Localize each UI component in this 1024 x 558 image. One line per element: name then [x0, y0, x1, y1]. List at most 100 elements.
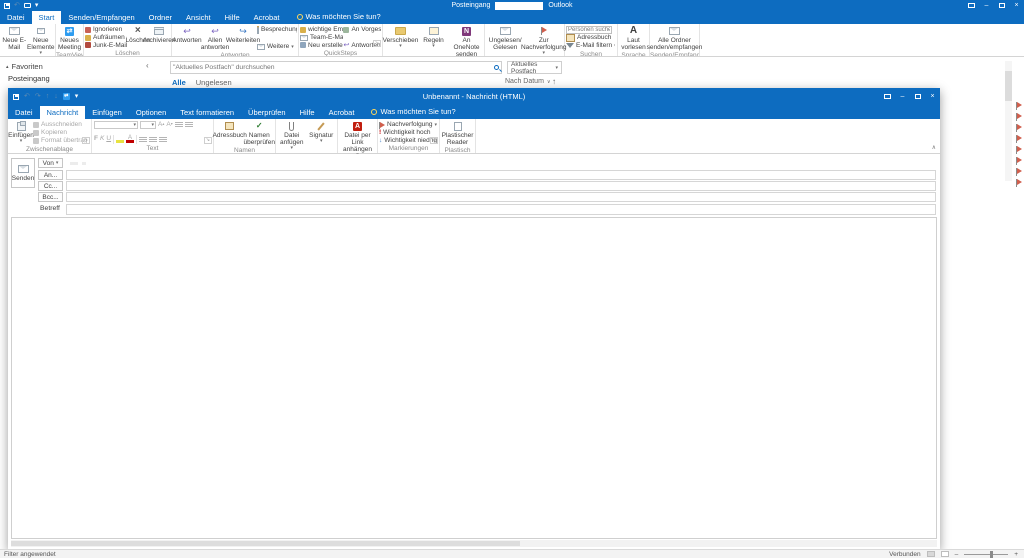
tell-me-box[interactable]: Was möchten Sie tun?	[371, 107, 455, 119]
tab-ordner[interactable]: Ordner	[142, 11, 179, 24]
tell-me-box[interactable]: Was möchten Sie tun?	[297, 12, 381, 24]
allen-antworten-button[interactable]: ↩ Allen antworten	[201, 25, 229, 52]
align-left-button[interactable]	[139, 137, 147, 143]
plastischer-reader-button[interactable]: Plastischer Reader	[441, 120, 474, 147]
zoom-out-button[interactable]: –	[955, 551, 959, 558]
flag-icon[interactable]	[1016, 179, 1022, 187]
text-highlight-button[interactable]	[116, 136, 124, 143]
adressbuch-button[interactable]: Adressbuch	[215, 120, 245, 147]
tab-text-formatieren[interactable]: Text formatieren	[173, 106, 241, 119]
verschieben-button[interactable]: Verschieben ▾	[384, 25, 417, 59]
mailbox-search-box[interactable]	[170, 61, 502, 74]
maximize-button[interactable]	[994, 0, 1009, 11]
collapse-ribbon-icon[interactable]: ∧	[932, 144, 936, 151]
zoom-in-button[interactable]: +	[1014, 551, 1018, 558]
mailbox-search-input[interactable]	[173, 64, 494, 71]
namen-ueberpruefen-button[interactable]: ✓ Namen überprüfen	[245, 120, 275, 147]
message-body-editor[interactable]	[11, 217, 937, 539]
filter-tab-ungelesen[interactable]: Ungelesen	[196, 78, 232, 87]
zoom-slider-thumb[interactable]	[990, 551, 993, 558]
ribbon-display-options-button[interactable]	[964, 0, 979, 11]
adressbuch-button[interactable]: Adressbuch	[566, 34, 615, 42]
minimize-button[interactable]: –	[979, 0, 994, 11]
undo-icon[interactable]: ↶	[24, 93, 30, 100]
previous-item-icon[interactable]: ↑	[46, 93, 50, 100]
flag-icon[interactable]	[1016, 102, 1022, 110]
font-color-button[interactable]: A	[126, 136, 134, 143]
cc-field[interactable]	[66, 181, 936, 191]
personen-suchen-input[interactable]	[566, 26, 612, 34]
numbering-button[interactable]	[185, 122, 193, 128]
flag-icon[interactable]	[1016, 146, 1022, 154]
an-button[interactable]: An...	[38, 170, 63, 180]
grow-font-button[interactable]: A▴	[158, 122, 164, 129]
wichtigkeit-hoch-button[interactable]: !Wichtigkeit hoch	[379, 129, 437, 137]
tab-senden-empfangen[interactable]: Senden/Empfangen	[61, 11, 141, 24]
tab-acrobat[interactable]: Acrobat	[322, 106, 362, 119]
save-icon[interactable]	[4, 3, 10, 9]
alle-ordner-senden-empfangen-button[interactable]: Alle Ordner senden/empfangen	[651, 25, 698, 52]
besprechung-button[interactable]: Besprechung	[257, 26, 297, 34]
tab-hilfe[interactable]: Hilfe	[293, 106, 322, 119]
tab-nachricht[interactable]: Nachricht	[40, 106, 86, 119]
scrollbar-thumb[interactable]	[11, 541, 520, 546]
bcc-button[interactable]: Bcc...	[38, 192, 63, 202]
minimize-button[interactable]: –	[895, 88, 910, 105]
laut-vorlesen-button[interactable]: A Laut vorlesen	[619, 25, 648, 52]
body-horizontal-scrollbar[interactable]	[11, 540, 937, 547]
tab-start[interactable]: Start	[32, 11, 62, 24]
kopieren-button[interactable]: Kopieren	[33, 129, 87, 137]
tab-einfuegen[interactable]: Einfügen	[85, 106, 129, 119]
junk-email-button[interactable]: Junk-E-Mail▾	[85, 42, 127, 50]
einfuegen-paste-button[interactable]: Einfügen ▾	[9, 120, 33, 146]
new-email-button[interactable]: Neue E-Mail	[1, 25, 28, 58]
zwischenablage-dialog-launcher[interactable]: ↘	[82, 137, 90, 144]
font-family-select[interactable]: ▾	[94, 121, 138, 129]
flag-icon[interactable]	[1016, 124, 1022, 132]
regeln-button[interactable]: Regeln ▾	[417, 25, 450, 59]
zoom-slider[interactable]	[964, 554, 1008, 555]
ungelesen-gelesen-button[interactable]: Ungelesen/ Gelesen	[486, 25, 525, 58]
cc-button[interactable]: Cc...	[38, 181, 63, 191]
ignorieren-button[interactable]: Ignorieren	[85, 26, 127, 34]
bcc-field[interactable]	[66, 192, 936, 202]
qat-customize-icon[interactable]: ▾	[75, 93, 79, 100]
italic-button[interactable]: K	[100, 136, 104, 143]
flag-icon[interactable]	[1016, 113, 1022, 121]
undo-icon[interactable]: ↶	[14, 2, 20, 9]
close-button[interactable]: ×	[925, 88, 940, 105]
close-button[interactable]: ×	[1009, 0, 1024, 11]
email-filtern-button[interactable]: E-Mail filtern▾	[566, 42, 615, 50]
quicksteps-dialog-launcher[interactable]: ↘	[373, 40, 381, 47]
an-field[interactable]	[66, 170, 936, 180]
qat-customize-icon[interactable]: ▾	[35, 2, 39, 9]
next-item-icon[interactable]: ↓	[54, 93, 58, 100]
datei-anfuegen-button[interactable]: Datei anfügen ▾	[277, 120, 307, 153]
nachverfolgung-button[interactable]: Nachverfolgung▾	[379, 121, 437, 129]
folder-posteingang[interactable]: Posteingang	[8, 74, 50, 83]
search-scope-dropdown[interactable]: Aktuelles Postfach ▾	[507, 61, 562, 74]
wichtigkeit-niedrig-button[interactable]: ↓Wichtigkeit niedrig	[379, 137, 437, 145]
zur-nachverfolgung-button[interactable]: Zur Nachverfolgung ▾	[525, 25, 564, 58]
flag-icon[interactable]	[1016, 157, 1022, 165]
redo-icon[interactable]: ↷	[35, 93, 41, 100]
format-uebertragen-button[interactable]: Format übertragen	[33, 137, 87, 145]
neues-meeting-button[interactable]: ⇄ Neues Meeting	[57, 25, 82, 52]
save-icon[interactable]	[13, 94, 19, 100]
tab-acrobat[interactable]: Acrobat	[247, 11, 287, 24]
favorites-header[interactable]: ▴ Favoriten	[6, 62, 43, 71]
weiterleiten-button[interactable]: ↪ Weiterleiten	[229, 25, 257, 52]
onenote-button[interactable]: N An OneNote senden	[450, 25, 483, 59]
sort-direction-icon[interactable]: ↑	[552, 77, 556, 86]
antworten-button[interactable]: ↩ Antworten	[173, 25, 201, 52]
ausschneiden-button[interactable]: Ausschneiden	[33, 121, 87, 129]
markierungen-dialog-launcher[interactable]: ↘	[430, 137, 438, 144]
text-dialog-launcher[interactable]: ↘	[204, 137, 212, 144]
normal-view-button[interactable]	[927, 551, 935, 557]
underline-button[interactable]: U	[106, 136, 111, 143]
bullets-button[interactable]	[175, 122, 183, 128]
sort-by-dropdown[interactable]: Nach Datum ∨	[505, 78, 551, 85]
new-items-button[interactable]: Neue Elemente ▾	[28, 25, 55, 58]
tab-optionen[interactable]: Optionen	[129, 106, 173, 119]
senden-button[interactable]: Senden	[11, 158, 35, 188]
